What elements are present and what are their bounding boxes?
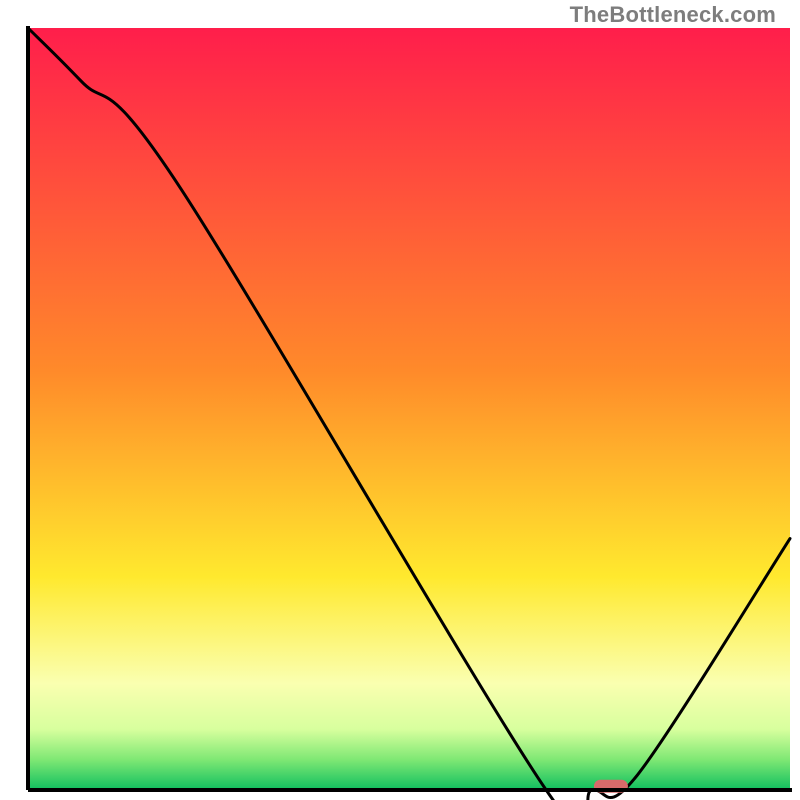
chart-container: TheBottleneck.com (0, 0, 800, 800)
watermark-text: TheBottleneck.com (570, 2, 776, 28)
chart-svg (0, 0, 800, 800)
gradient-background (28, 28, 790, 790)
